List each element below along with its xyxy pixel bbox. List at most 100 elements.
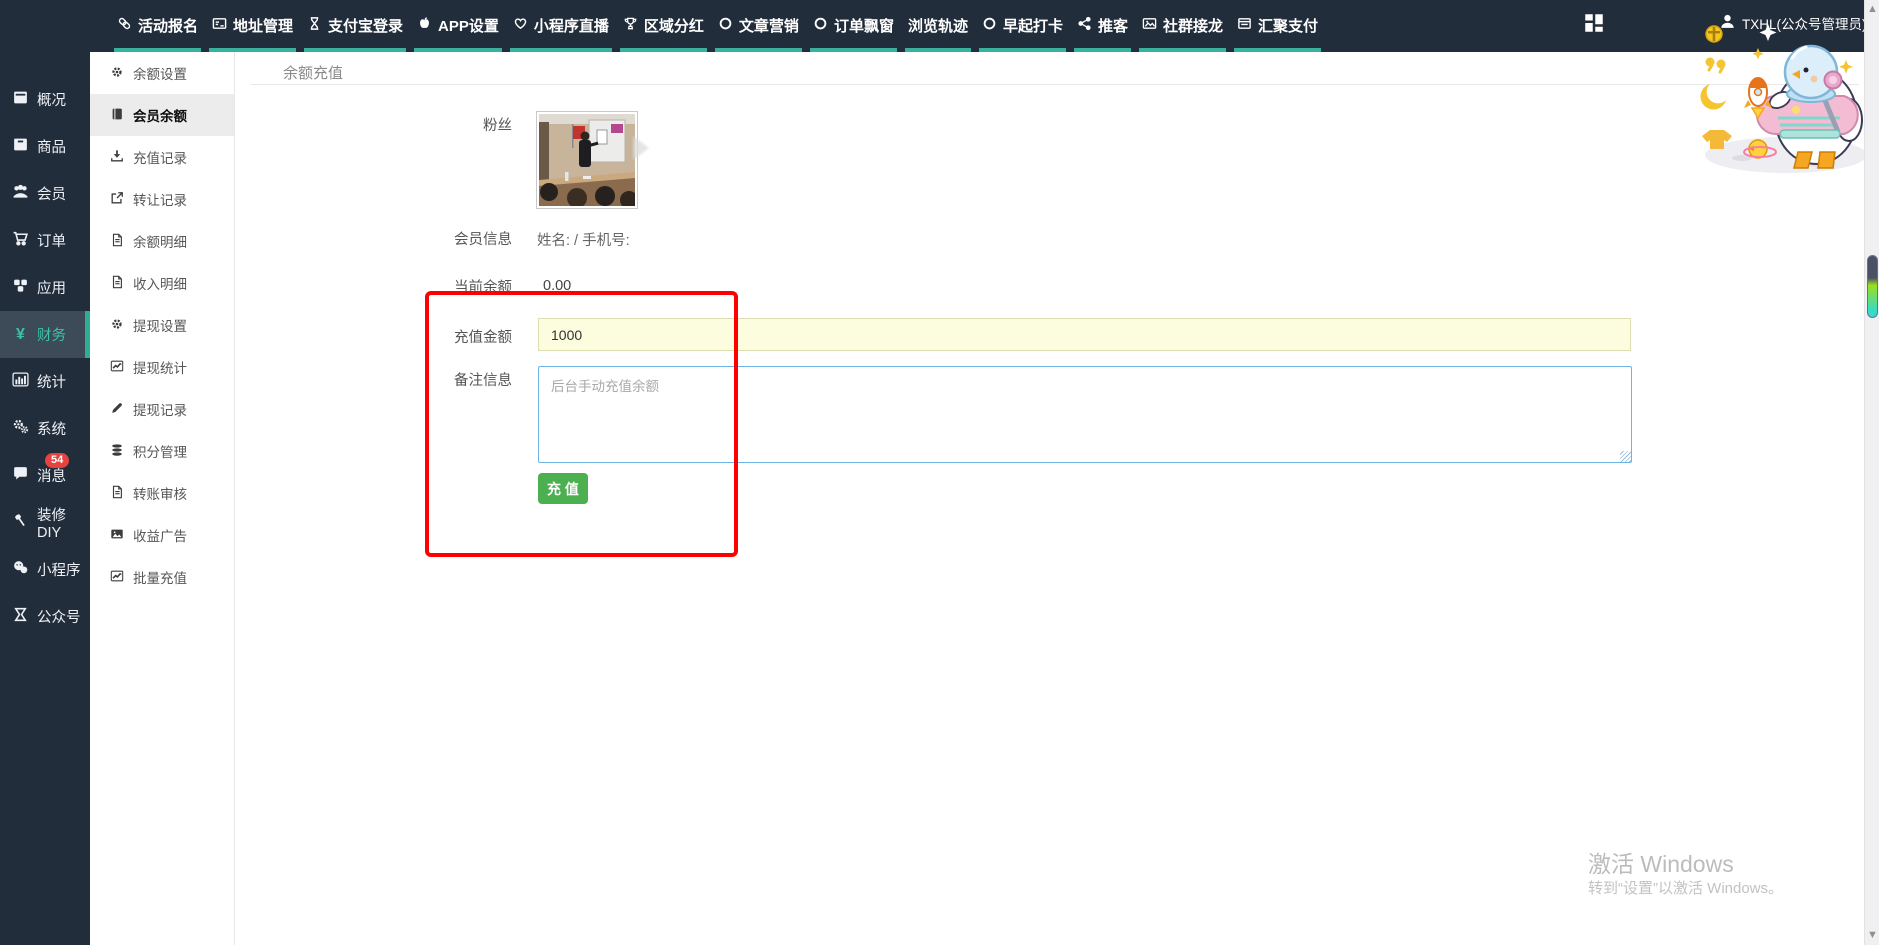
yen-icon: ¥ bbox=[12, 326, 29, 344]
sidebar-item-products[interactable]: 商品 bbox=[0, 123, 90, 170]
user-menu[interactable]: TXHL(公众号管理员) bbox=[1719, 13, 1867, 33]
submenu-item-label: 提现记录 bbox=[133, 399, 187, 419]
sidebar-item-orders[interactable]: 订单 bbox=[0, 217, 90, 264]
submenu-item-label: 余额设置 bbox=[133, 63, 187, 83]
activate-windows-watermark-line2: 转到“设置”以激活 Windows。 bbox=[1588, 877, 1783, 898]
submenu-item-label: 提现统计 bbox=[133, 357, 187, 377]
submenu-item-revenue-ads[interactable]: 收益广告 bbox=[90, 514, 234, 556]
sidebar-item-label: 会员 bbox=[37, 183, 66, 204]
pencil-icon bbox=[110, 401, 124, 418]
nav-item-label: 小程序直播 bbox=[534, 15, 609, 36]
nav-item-label: APP设置 bbox=[438, 15, 499, 36]
scroll-down-button[interactable]: ▼ bbox=[1865, 928, 1879, 943]
nav-item-article-marketing[interactable]: 文章营销 bbox=[715, 0, 802, 52]
nav-item-label: 社群接龙 bbox=[1163, 15, 1223, 36]
nav-item-app-settings[interactable]: APP设置 bbox=[414, 0, 502, 52]
sidebar-item-label: 消息 bbox=[37, 465, 66, 486]
top-nav-bar: 活动报名 地址管理 支付宝登录 APP设置 小程序直播 区域分红 文章营销 订单… bbox=[0, 0, 1879, 52]
submenu-item-withdraw-stats[interactable]: 提现统计 bbox=[90, 346, 234, 388]
nav-item-label: 区域分红 bbox=[644, 15, 704, 36]
submenu-item-income-details[interactable]: 收入明细 bbox=[90, 262, 234, 304]
sidebar-item-apps[interactable]: 应用 bbox=[0, 264, 90, 311]
layout-grid-icon[interactable] bbox=[1584, 13, 1604, 33]
submenu-item-points-management[interactable]: 积分管理 bbox=[90, 430, 234, 472]
nav-item-promoter[interactable]: 推客 bbox=[1074, 0, 1131, 52]
fan-photo bbox=[536, 111, 638, 209]
nav-item-alipay-login[interactable]: 支付宝登录 bbox=[304, 0, 406, 52]
remark-textarea[interactable] bbox=[538, 366, 1632, 463]
scroll-up-button[interactable]: ▲ bbox=[1865, 2, 1879, 17]
title-divider bbox=[251, 84, 1859, 85]
submenu-item-recharge-records[interactable]: 充值记录 bbox=[90, 136, 234, 178]
member-info-value: 姓名: / 手机号: bbox=[537, 229, 630, 250]
sidebar-item-diy[interactable]: 装修DIY bbox=[0, 499, 90, 546]
current-balance-label: 当前余额 bbox=[300, 276, 512, 297]
submenu-item-balance-settings[interactable]: 余额设置 bbox=[90, 52, 234, 94]
sidebar-item-system[interactable]: 系统 bbox=[0, 405, 90, 452]
apps-icon bbox=[12, 277, 29, 298]
gear-icon bbox=[110, 65, 124, 82]
book-icon bbox=[110, 107, 124, 124]
sidebar-item-stats[interactable]: 统计 bbox=[0, 358, 90, 405]
circle-icon bbox=[982, 16, 997, 35]
gavel-icon bbox=[12, 512, 29, 533]
nav-item-label: 地址管理 bbox=[233, 15, 293, 36]
nav-item-activity-signup[interactable]: 活动报名 bbox=[114, 0, 201, 52]
sidebar-item-official-account[interactable]: 公众号 bbox=[0, 593, 90, 640]
list-icon bbox=[1237, 16, 1252, 35]
nav-item-label: 订单飘窗 bbox=[834, 15, 894, 36]
message-count-badge: 54 bbox=[45, 453, 69, 468]
submenu-item-withdraw-settings[interactable]: 提现设置 bbox=[90, 304, 234, 346]
sidebar-item-label: 应用 bbox=[37, 277, 66, 298]
nav-item-morning-checkin[interactable]: 早起打卡 bbox=[979, 0, 1066, 52]
nav-item-label: 浏览轨迹 bbox=[908, 15, 968, 36]
submenu-item-balance-details[interactable]: 余额明细 bbox=[90, 220, 234, 262]
submenu-item-label: 转让记录 bbox=[133, 189, 187, 209]
address-card-icon bbox=[212, 16, 227, 35]
activate-windows-watermark-line1: 激活 Windows bbox=[1588, 845, 1734, 879]
submenu-item-label: 积分管理 bbox=[133, 441, 187, 461]
scrollbar-track[interactable]: ▲ ▼ bbox=[1864, 0, 1879, 945]
file-icon bbox=[110, 233, 124, 250]
main-sidebar: 概况 商品 会员 订单 应用 ¥财务 统计 系统 消息54 装修DIY 小程序 … bbox=[0, 52, 90, 945]
remark-label: 备注信息 bbox=[300, 369, 512, 390]
sidebar-item-finance[interactable]: ¥财务 bbox=[0, 311, 90, 358]
amount-input[interactable] bbox=[538, 318, 1631, 351]
nav-item-miniprogram-live[interactable]: 小程序直播 bbox=[510, 0, 612, 52]
submenu-item-member-balance[interactable]: 会员余额 bbox=[90, 94, 234, 136]
nav-item-group-chain[interactable]: 社群接龙 bbox=[1139, 0, 1226, 52]
current-balance-value: 0.00 bbox=[543, 278, 571, 294]
nav-item-huiju-pay[interactable]: 汇聚支付 bbox=[1234, 0, 1321, 52]
submenu-item-transfer-records[interactable]: 转让记录 bbox=[90, 178, 234, 220]
submenu-item-label: 余额明细 bbox=[133, 231, 187, 251]
gear-icon bbox=[110, 317, 124, 334]
submenu-item-withdraw-records[interactable]: 提现记录 bbox=[90, 388, 234, 430]
scrollbar-thumb[interactable] bbox=[1867, 255, 1878, 318]
nav-item-address-management[interactable]: 地址管理 bbox=[209, 0, 296, 52]
cart-icon bbox=[12, 230, 29, 251]
sidebar-item-members[interactable]: 会员 bbox=[0, 170, 90, 217]
apple-icon bbox=[417, 16, 432, 35]
sidebar-item-overview[interactable]: 概况 bbox=[0, 76, 90, 123]
nav-item-region-dividend[interactable]: 区域分红 bbox=[620, 0, 707, 52]
textarea-resize-handle[interactable] bbox=[1620, 451, 1631, 462]
submenu-item-transfer-review[interactable]: 转账审核 bbox=[90, 472, 234, 514]
submenu-item-batch-recharge[interactable]: 批量充值 bbox=[90, 556, 234, 598]
sidebar-item-label: 统计 bbox=[37, 371, 66, 392]
sidebar-item-messages[interactable]: 消息54 bbox=[0, 452, 90, 499]
nav-item-browse-history[interactable]: 浏览轨迹 bbox=[905, 0, 971, 52]
sidebar-item-label: 商品 bbox=[37, 136, 66, 157]
circle-icon bbox=[813, 16, 828, 35]
submenu-item-label: 提现设置 bbox=[133, 315, 187, 335]
sidebar-item-label: 概况 bbox=[37, 89, 66, 110]
sidebar-item-miniprogram[interactable]: 小程序 bbox=[0, 546, 90, 593]
submenu-item-label: 收益广告 bbox=[133, 525, 187, 545]
photo-arrow-decoration bbox=[633, 136, 649, 160]
nav-item-label: 汇聚支付 bbox=[1258, 15, 1318, 36]
image-icon bbox=[1142, 16, 1157, 35]
sidebar-item-label: 小程序 bbox=[37, 559, 81, 580]
sidebar-item-label: 装修DIY bbox=[37, 504, 90, 541]
recharge-button[interactable]: 充 值 bbox=[538, 473, 588, 504]
nav-item-order-popup[interactable]: 订单飘窗 bbox=[810, 0, 897, 52]
sidebar-item-label: 订单 bbox=[37, 230, 66, 251]
